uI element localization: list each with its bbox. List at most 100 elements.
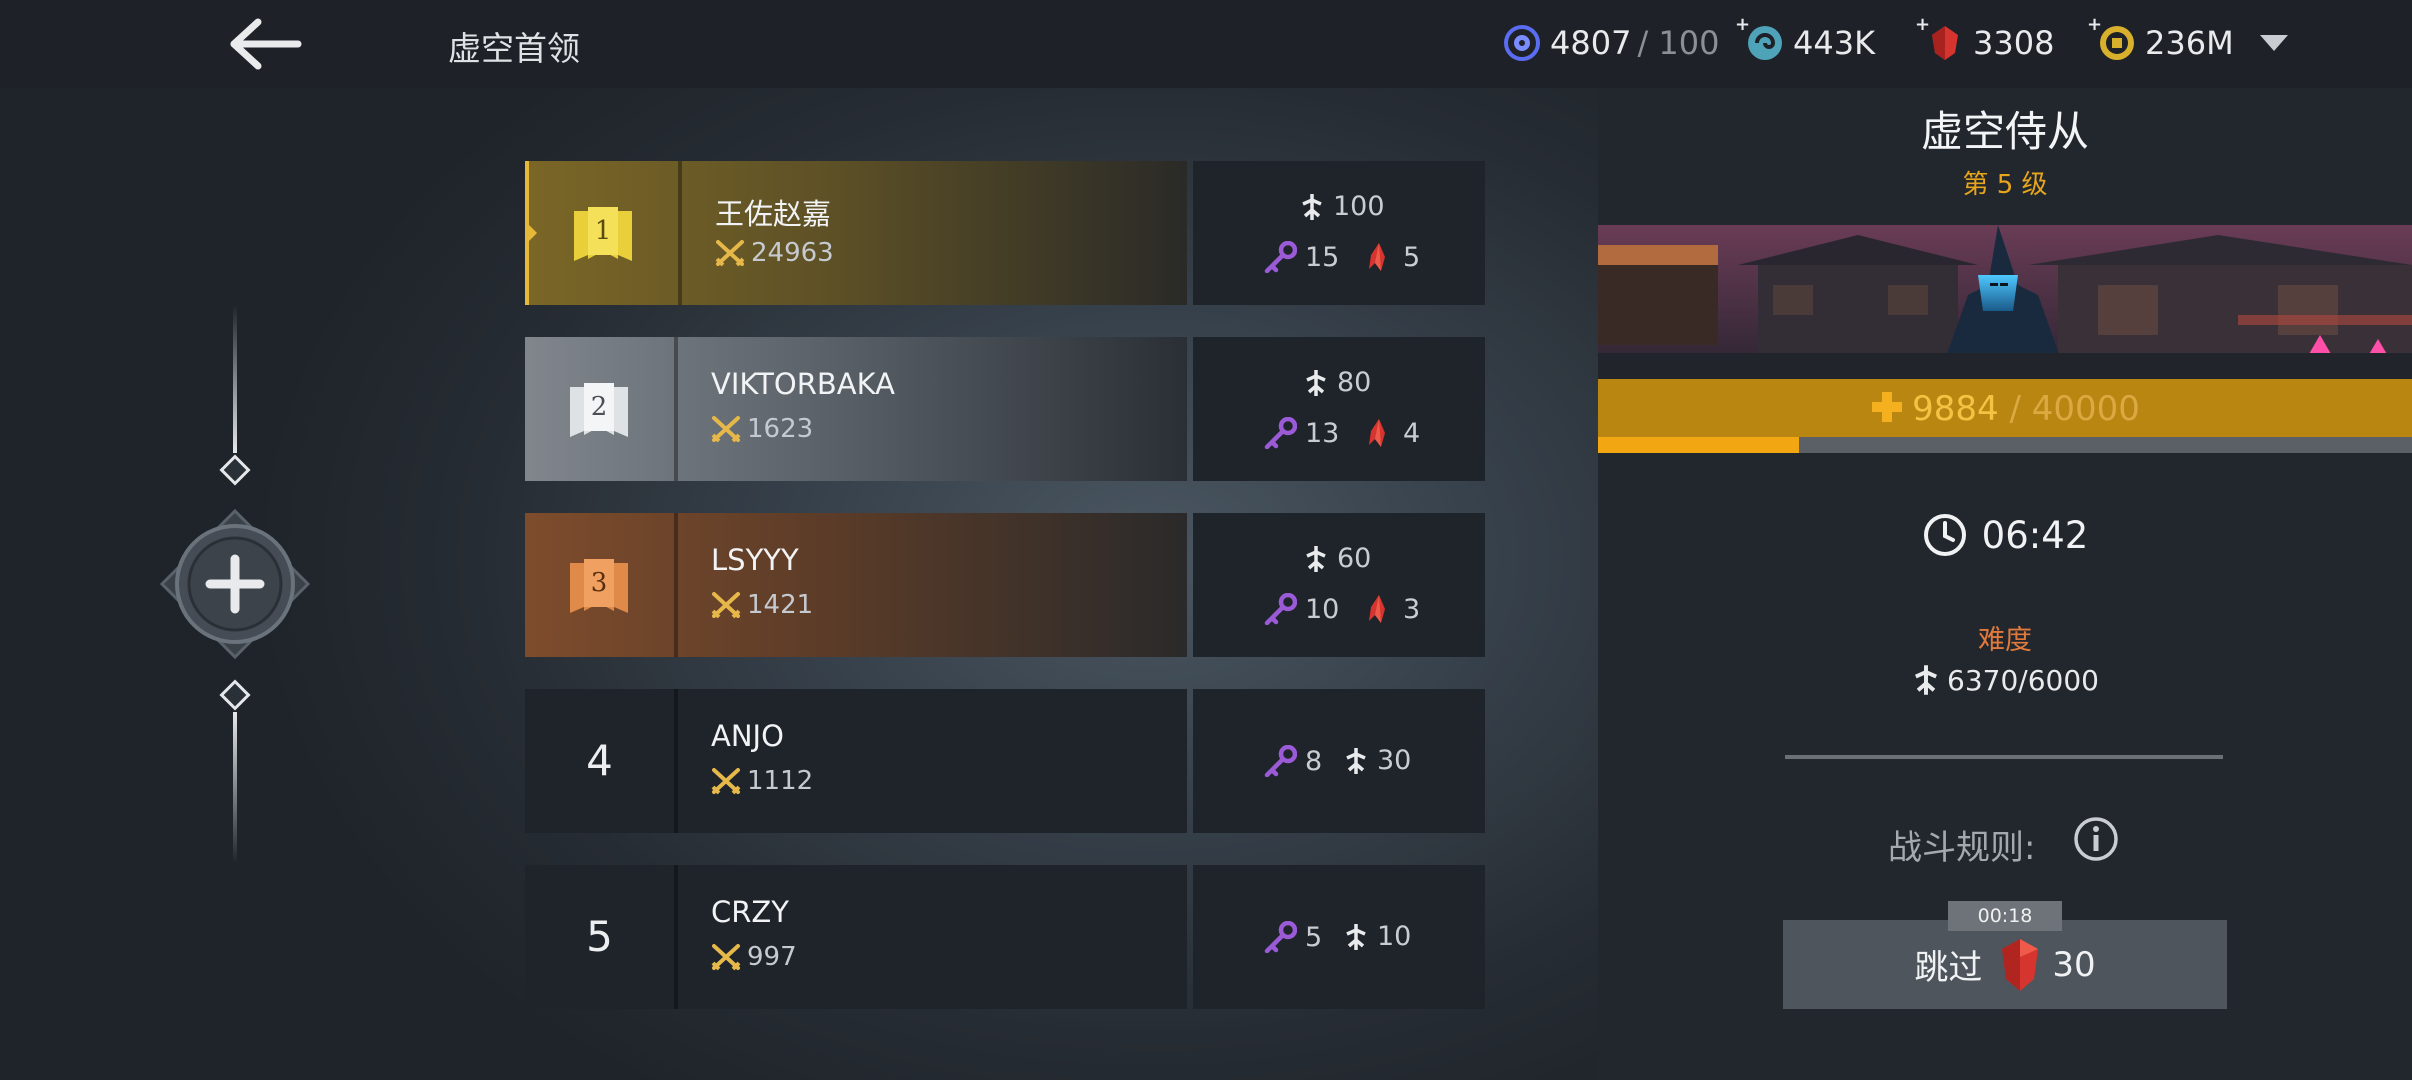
power-stat: 100 (1299, 191, 1385, 222)
boss-timer: 06:42 (1598, 512, 2412, 558)
page-title: 虚空首领 (448, 29, 580, 68)
crossed-swords-icon (711, 768, 741, 795)
svg-text:1: 1 (595, 216, 612, 246)
power-value: 60 (1337, 543, 1372, 574)
dropdown-arrow-icon[interactable] (2258, 32, 2290, 54)
hp-max: / 40000 (2009, 389, 2140, 429)
boss-hp-progress (1598, 437, 2412, 453)
hp-current: 9884 (1912, 389, 1999, 429)
red-gem-icon (2002, 938, 2039, 991)
power-stat: 60 (1303, 543, 1371, 574)
health-cross-icon (1872, 392, 1903, 422)
score-value: 1421 (747, 590, 814, 620)
boss-panel: 虚空侍从 第 5 级 9884 / 40000 06:42 难度 6370/60… (1598, 88, 2412, 1080)
power-icon (1306, 369, 1326, 396)
rank-number: 4 (586, 736, 613, 785)
svg-text:3: 3 (591, 568, 608, 598)
player-name: 王佐赵嘉 (715, 197, 832, 231)
key-stat: 10 (1263, 593, 1339, 625)
player-score: 1623 (711, 414, 813, 444)
key-icon (1264, 921, 1297, 953)
rank-banner-silver-icon: 2 (570, 383, 628, 437)
tier-line-bottom (233, 712, 237, 864)
row-stats-panel: 80 13 4 (1193, 337, 1485, 481)
gem-shard-stat: 3 (1363, 593, 1420, 625)
resource-value: 236M (2145, 24, 2234, 62)
gem-value: 5 (1403, 241, 1421, 273)
rank-number: 5 (586, 912, 613, 961)
red-gem-icon (1932, 26, 1958, 60)
resource-gold[interactable]: + 236M (2087, 14, 2234, 68)
key-icon (1264, 593, 1297, 625)
void-orb-icon (1504, 25, 1540, 61)
row-player-panel: 2 VIKTORBAKA 1623 (525, 337, 1187, 481)
boss-portrait-image (1598, 225, 2412, 379)
gem-shard-stat: 5 (1363, 241, 1420, 273)
crossed-swords-icon (711, 944, 741, 971)
skip-cost: 30 (2052, 944, 2096, 985)
row-stats-panel: 8 30 (1193, 689, 1485, 833)
resource-gems[interactable]: + 3308 (1915, 14, 2055, 68)
power-icon (1346, 747, 1366, 774)
row-stats-panel: 60 10 3 (1193, 513, 1485, 657)
key-icon (1264, 241, 1297, 273)
player-name: ANJO (711, 719, 784, 753)
resource-swirl[interactable]: + 443K (1735, 14, 1876, 68)
skip-timer-badge: 00:18 (1948, 901, 2062, 931)
boss-hp-text: 9884 / 40000 (1598, 389, 2412, 429)
row-player-panel: 1 王佐赵嘉 24963 (525, 161, 1187, 305)
resource-void-energy[interactable]: 4807 / 100 (1502, 18, 1719, 68)
clock-icon (1923, 514, 1966, 556)
crossed-swords-icon (711, 592, 741, 619)
player-name: VIKTORBAKA (711, 367, 895, 401)
leaderboard-row-2[interactable]: 2 VIKTORBAKA 1623 80 13 4 (525, 337, 1485, 481)
score-value: 1112 (747, 766, 814, 796)
leaderboard-row-4[interactable]: 4 ANJO 1112 8 30 (525, 689, 1485, 833)
plus-icon[interactable]: + (1735, 14, 1750, 35)
player-score: 997 (711, 942, 797, 972)
power-value: 30 (1377, 745, 1412, 776)
score-value: 1623 (747, 414, 814, 444)
rank-banner-gold-icon: 1 (574, 207, 632, 261)
skip-button[interactable]: 跳过 30 (1783, 920, 2227, 1009)
resource-max: / 100 (1637, 24, 1720, 62)
power-icon (1915, 665, 1938, 695)
gem-value: 3 (1403, 593, 1421, 625)
key-stat: 5 (1263, 921, 1322, 953)
power-value: 80 (1337, 367, 1372, 398)
back-arrow-icon[interactable] (228, 16, 304, 72)
leaderboard-row-5[interactable]: 5 CRZY 997 5 10 (525, 865, 1485, 1009)
power-stat: 80 (1303, 367, 1371, 398)
row-separator (674, 865, 678, 1009)
resource-value: 443K (1793, 24, 1876, 62)
key-stat: 8 (1263, 745, 1322, 777)
key-value: 15 (1305, 241, 1340, 273)
gold-coin-icon (2100, 26, 2134, 60)
row-separator (674, 337, 678, 481)
plus-icon[interactable]: + (2087, 14, 2102, 35)
timer-value: 06:42 (1981, 513, 2089, 557)
difficulty-value-row: 6370/6000 (1598, 663, 2412, 697)
power-icon (1302, 193, 1322, 220)
add-tier-button[interactable] (158, 507, 312, 661)
boss-level: 第 5 级 (1962, 170, 2048, 200)
leaderboard-row-1[interactable]: 1 王佐赵嘉 24963 100 15 5 (525, 161, 1485, 305)
selected-pointer-icon (529, 225, 537, 241)
resource-value: 3308 (1973, 24, 2055, 62)
row-separator (674, 513, 678, 657)
player-score: 24963 (715, 238, 834, 268)
plus-icon[interactable]: + (1915, 14, 1930, 35)
power-value: 10 (1377, 921, 1412, 952)
leaderboard-row-3[interactable]: 3 LSYYY 1421 60 10 3 (525, 513, 1485, 657)
key-icon (1264, 745, 1297, 777)
key-stat: 15 (1263, 241, 1339, 273)
power-value: 100 (1333, 191, 1385, 222)
score-value: 24963 (751, 238, 834, 268)
key-stat: 13 (1263, 417, 1339, 449)
player-name: CRZY (711, 895, 789, 929)
svg-text:2: 2 (591, 392, 608, 422)
gem-value: 4 (1403, 417, 1421, 449)
row-player-panel: 5 CRZY 997 (525, 865, 1187, 1009)
info-icon[interactable] (2073, 816, 2119, 862)
resource-value: 4807 (1550, 24, 1632, 62)
